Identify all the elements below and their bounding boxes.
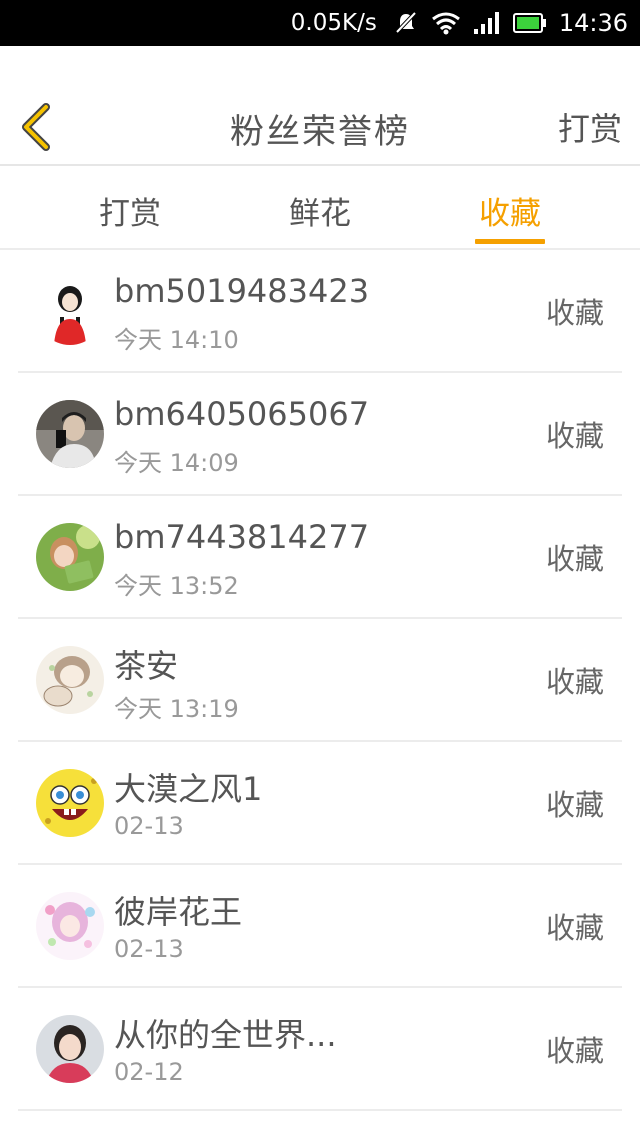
avatar: [36, 1015, 104, 1083]
action-label: 收藏: [545, 788, 604, 822]
avatar: [36, 400, 104, 468]
user-name: 大漠之风1: [114, 770, 263, 808]
action-label: 收藏: [545, 542, 604, 576]
header: 粉丝荣誉榜 打赏: [0, 46, 640, 164]
tab-flowers[interactable]: 鲜花: [225, 166, 415, 248]
timestamp: 今天 13:19: [114, 695, 239, 723]
mute-icon: [393, 10, 419, 36]
tab-label: 收藏: [479, 196, 541, 232]
tab-favorites[interactable]: 收藏: [415, 166, 605, 248]
fan-list: bm5019483423 今天 14:10 收藏 bm6405065067 今天…: [18, 250, 622, 1111]
user-name: bm7443814277: [114, 518, 370, 556]
action-label: 收藏: [545, 296, 604, 330]
avatar: [36, 769, 104, 837]
reward-button[interactable]: 打赏: [558, 104, 622, 150]
tab-bar: 打赏 鲜花 收藏: [0, 166, 640, 248]
tab-label: 打赏: [99, 196, 161, 232]
user-name: bm5019483423: [114, 272, 370, 310]
network-speed: 0.05K/s: [290, 10, 377, 36]
timestamp: 02-12: [114, 1058, 184, 1086]
action-label: 收藏: [545, 419, 604, 453]
timestamp: 今天 14:09: [114, 449, 239, 477]
avatar: [36, 892, 104, 960]
user-name: 从你的全世界...: [114, 1016, 337, 1054]
status-time: 14:36: [558, 9, 628, 37]
list-item[interactable]: bm5019483423 今天 14:10 收藏: [18, 250, 622, 373]
action-label: 收藏: [545, 665, 604, 699]
avatar: [36, 277, 104, 345]
wifi-icon: [431, 11, 461, 35]
page-title: 粉丝荣誉榜: [230, 112, 410, 152]
battery-icon: [512, 12, 547, 34]
signal-icon: [473, 11, 501, 35]
user-name: 彼岸花王: [114, 893, 243, 931]
status-bar: 0.05K/s 14:36: [0, 0, 640, 46]
list-item[interactable]: bm7443814277 今天 13:52 收藏: [18, 496, 622, 619]
user-name: bm6405065067: [114, 395, 370, 433]
active-tab-indicator: [475, 239, 545, 244]
timestamp: 02-13: [114, 935, 184, 963]
action-label: 收藏: [545, 911, 604, 945]
avatar: [36, 646, 104, 714]
action-label: 收藏: [545, 1034, 604, 1068]
timestamp: 今天 13:52: [114, 572, 239, 600]
tab-reward[interactable]: 打赏: [35, 166, 225, 248]
avatar: [36, 523, 104, 591]
list-item[interactable]: 从你的全世界... 02-12 收藏: [18, 988, 622, 1111]
timestamp: 02-13: [114, 812, 184, 840]
timestamp: 今天 14:10: [114, 326, 239, 354]
user-name: 茶安: [114, 647, 179, 685]
list-item[interactable]: 彼岸花王 02-13 收藏: [18, 865, 622, 988]
list-item[interactable]: 茶安 今天 13:19 收藏: [18, 619, 622, 742]
list-item[interactable]: bm6405065067 今天 14:09 收藏: [18, 373, 622, 496]
list-item[interactable]: 大漠之风1 02-13 收藏: [18, 742, 622, 865]
tab-label: 鲜花: [289, 196, 351, 232]
